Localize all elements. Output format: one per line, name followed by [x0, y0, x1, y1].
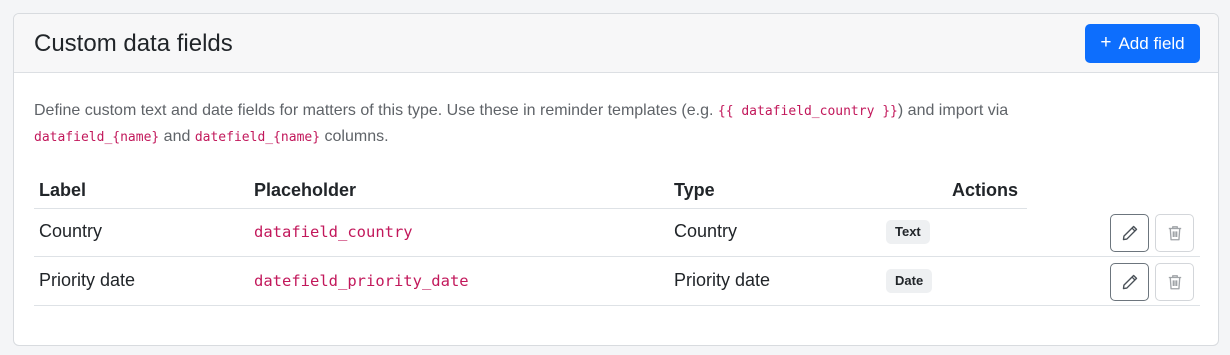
table-row: Country datafield_country Country Text [34, 208, 1200, 257]
plus-icon: + [1100, 32, 1112, 53]
description-text: ) and import via [897, 102, 1009, 119]
card-header: Custom data fields + Add field [14, 14, 1218, 73]
row-type: Priority date [674, 270, 771, 290]
code-datafield-name: datafield_{name} [34, 130, 160, 145]
table-header: Label Placeholder Type Actions [34, 176, 1027, 209]
description-text: columns. [320, 128, 389, 145]
edit-button[interactable] [1110, 263, 1149, 301]
description-text: and [159, 128, 195, 145]
header-placeholder: Placeholder [254, 180, 357, 200]
pencil-icon [1122, 225, 1137, 241]
row-placeholder: datefield_priority_date [254, 272, 469, 290]
row-label: Priority date [39, 270, 136, 290]
type-badge: Text [886, 220, 930, 244]
row-label: Country [39, 221, 103, 241]
header-label: Label [39, 180, 87, 200]
trash-icon [1168, 275, 1181, 290]
header-type: Type [674, 180, 715, 200]
custom-data-fields-card: Custom data fields + Add field Define cu… [13, 13, 1219, 346]
row-placeholder: datafield_country [254, 223, 413, 241]
edit-button[interactable] [1110, 214, 1149, 252]
card-title: Custom data fields [34, 30, 233, 57]
trash-icon [1168, 226, 1181, 241]
delete-button[interactable] [1155, 263, 1194, 301]
header-actions: Actions [952, 180, 1019, 200]
table-row: Priority date datefield_priority_date Pr… [34, 257, 1200, 306]
add-field-button[interactable]: + Add field [1085, 24, 1200, 63]
code-example-datafield-country: {{ datafield_country }} [717, 104, 898, 119]
add-field-label: Add field [1118, 33, 1185, 53]
description-text: Define custom text and date fields for m… [34, 102, 718, 119]
pencil-icon [1122, 274, 1137, 290]
code-datefield-name: datefield_{name} [194, 130, 321, 145]
row-type: Country [674, 221, 738, 241]
description: Define custom text and date fields for m… [34, 98, 1194, 150]
type-badge: Date [886, 269, 933, 293]
delete-button[interactable] [1155, 214, 1194, 252]
